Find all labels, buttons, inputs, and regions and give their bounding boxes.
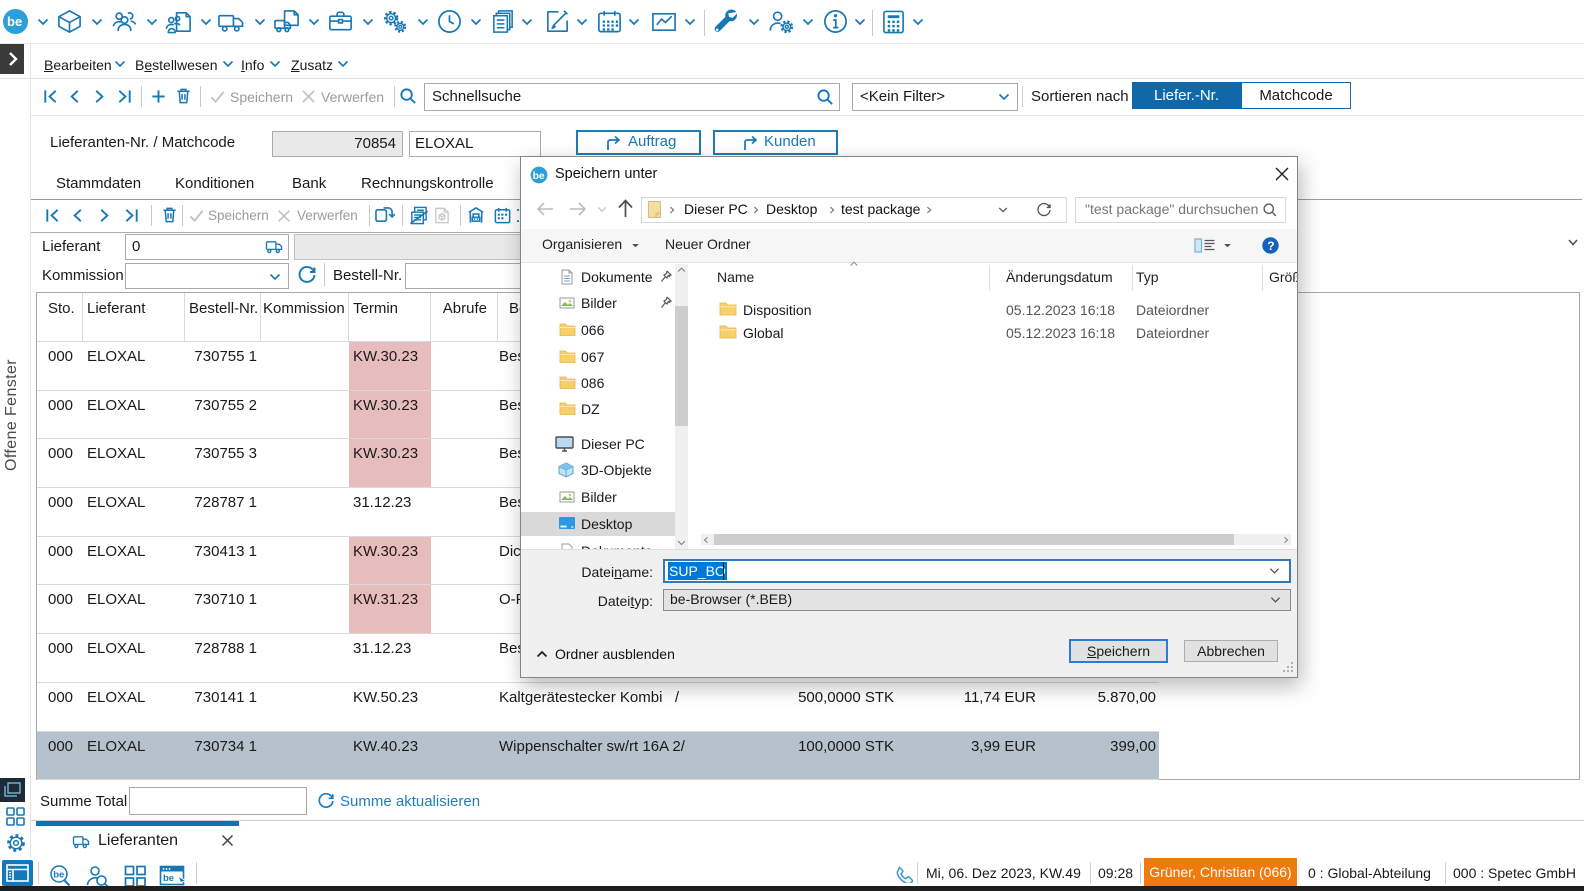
svg-text:be: be xyxy=(53,870,64,881)
svg-text:be: be xyxy=(163,873,174,884)
svg-text:be: be xyxy=(7,14,22,29)
svg-text:be: be xyxy=(533,171,545,182)
svg-text:?: ? xyxy=(1267,239,1274,253)
